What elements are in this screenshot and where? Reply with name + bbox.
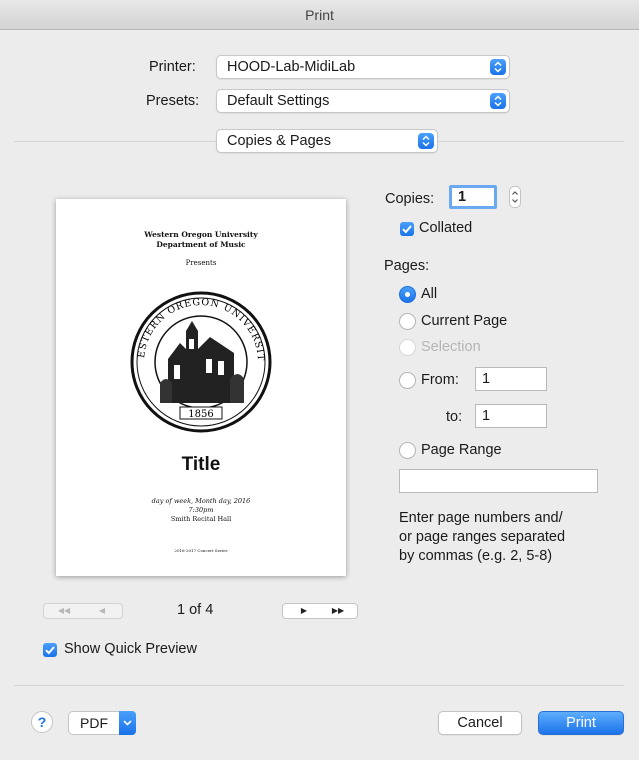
first-page-icon[interactable]: ◀◀ — [48, 604, 80, 618]
prev-page-icon[interactable]: ◀ — [84, 604, 120, 618]
collated-label: Collated — [419, 220, 473, 236]
next-page-icon[interactable]: ▶ — [287, 604, 321, 618]
pages-range-radio[interactable] — [399, 442, 416, 459]
seal-year-text: 1856 — [188, 409, 213, 420]
next-last-nav: ▶ ▶▶ — [282, 603, 358, 619]
section-value: Copies & Pages — [227, 133, 331, 149]
page-range-help-line: Enter page numbers and/ — [399, 510, 563, 526]
preview-department: Department of Music — [156, 240, 246, 249]
page-range-help-line: or page ranges separated — [399, 529, 566, 545]
presets-value: Default Settings — [227, 93, 330, 109]
pages-all-radio[interactable] — [399, 286, 416, 303]
pdf-menu-button[interactable]: PDF — [68, 711, 136, 735]
collated-checkbox[interactable] — [400, 222, 414, 236]
chevron-down-icon — [119, 711, 136, 735]
print-button[interactable]: Print — [538, 711, 624, 735]
window-title: Print — [305, 7, 334, 23]
page-range-help-line: by commas (e.g. 2, 5-8) — [399, 548, 553, 564]
presets-label: Presets: — [146, 93, 200, 109]
from-page-input[interactable]: 1 — [475, 367, 547, 391]
popup-stepper-icon — [418, 133, 434, 149]
pages-from-label: From: — [421, 372, 459, 388]
copies-label: Copies: — [385, 191, 435, 207]
pages-current-radio[interactable] — [399, 313, 416, 330]
preview-time: 7:30pm — [188, 506, 214, 514]
page-range-help: Enter page numbers and/ or page ranges s… — [399, 509, 565, 566]
to-page-input[interactable]: 1 — [475, 404, 547, 428]
print-preview-page: Western Oregon University Department of … — [56, 199, 346, 576]
printer-value: HOOD-Lab-MidiLab — [227, 59, 356, 75]
cancel-button[interactable]: Cancel — [438, 711, 522, 735]
preview-venue: Smith Recital Hall — [170, 515, 232, 523]
preview-university: Western Oregon University — [144, 230, 258, 239]
pages-all-label: All — [421, 286, 438, 302]
page-range-input[interactable] — [399, 469, 598, 493]
first-prev-nav: ◀◀ ◀ — [43, 603, 123, 619]
show-quick-preview-checkbox[interactable] — [43, 643, 57, 657]
popup-stepper-icon — [490, 93, 506, 109]
stepper-arrows-icon — [512, 191, 518, 203]
presets-popup[interactable]: Default Settings — [216, 89, 510, 113]
preview-presents: Presents — [185, 259, 217, 267]
university-seal-icon: 1856 WESTERN OREGON UNIVERSITY — [130, 291, 272, 433]
preview-title: Title — [181, 454, 221, 475]
pages-range-label: Page Range — [421, 442, 502, 458]
copies-input[interactable]: 1 — [449, 185, 497, 209]
pages-from-radio[interactable] — [399, 372, 416, 389]
last-page-icon[interactable]: ▶▶ — [321, 604, 355, 618]
pages-selection-radio — [399, 339, 416, 356]
pages-label: Pages: — [384, 258, 430, 274]
pages-selection-label: Selection — [421, 339, 481, 355]
preview-footer: 2016-2017 Concert Series — [174, 548, 228, 553]
section-popup[interactable]: Copies & Pages — [216, 129, 438, 153]
page-indicator: 1 of 4 — [177, 602, 214, 618]
help-button[interactable]: ? — [31, 711, 53, 733]
preview-date: day of week, Month day, 2016 — [151, 497, 251, 505]
pages-to-label: to: — [446, 409, 463, 425]
popup-stepper-icon — [490, 59, 506, 75]
printer-label: Printer: — [149, 59, 196, 75]
show-quick-preview-label: Show Quick Preview — [64, 641, 197, 657]
printer-popup[interactable]: HOOD-Lab-MidiLab — [216, 55, 510, 79]
pages-current-label: Current Page — [421, 313, 508, 329]
bottom-divider — [14, 685, 624, 686]
copies-stepper[interactable] — [509, 186, 521, 208]
pdf-label: PDF — [80, 715, 108, 731]
window-titlebar: Print — [0, 0, 639, 30]
